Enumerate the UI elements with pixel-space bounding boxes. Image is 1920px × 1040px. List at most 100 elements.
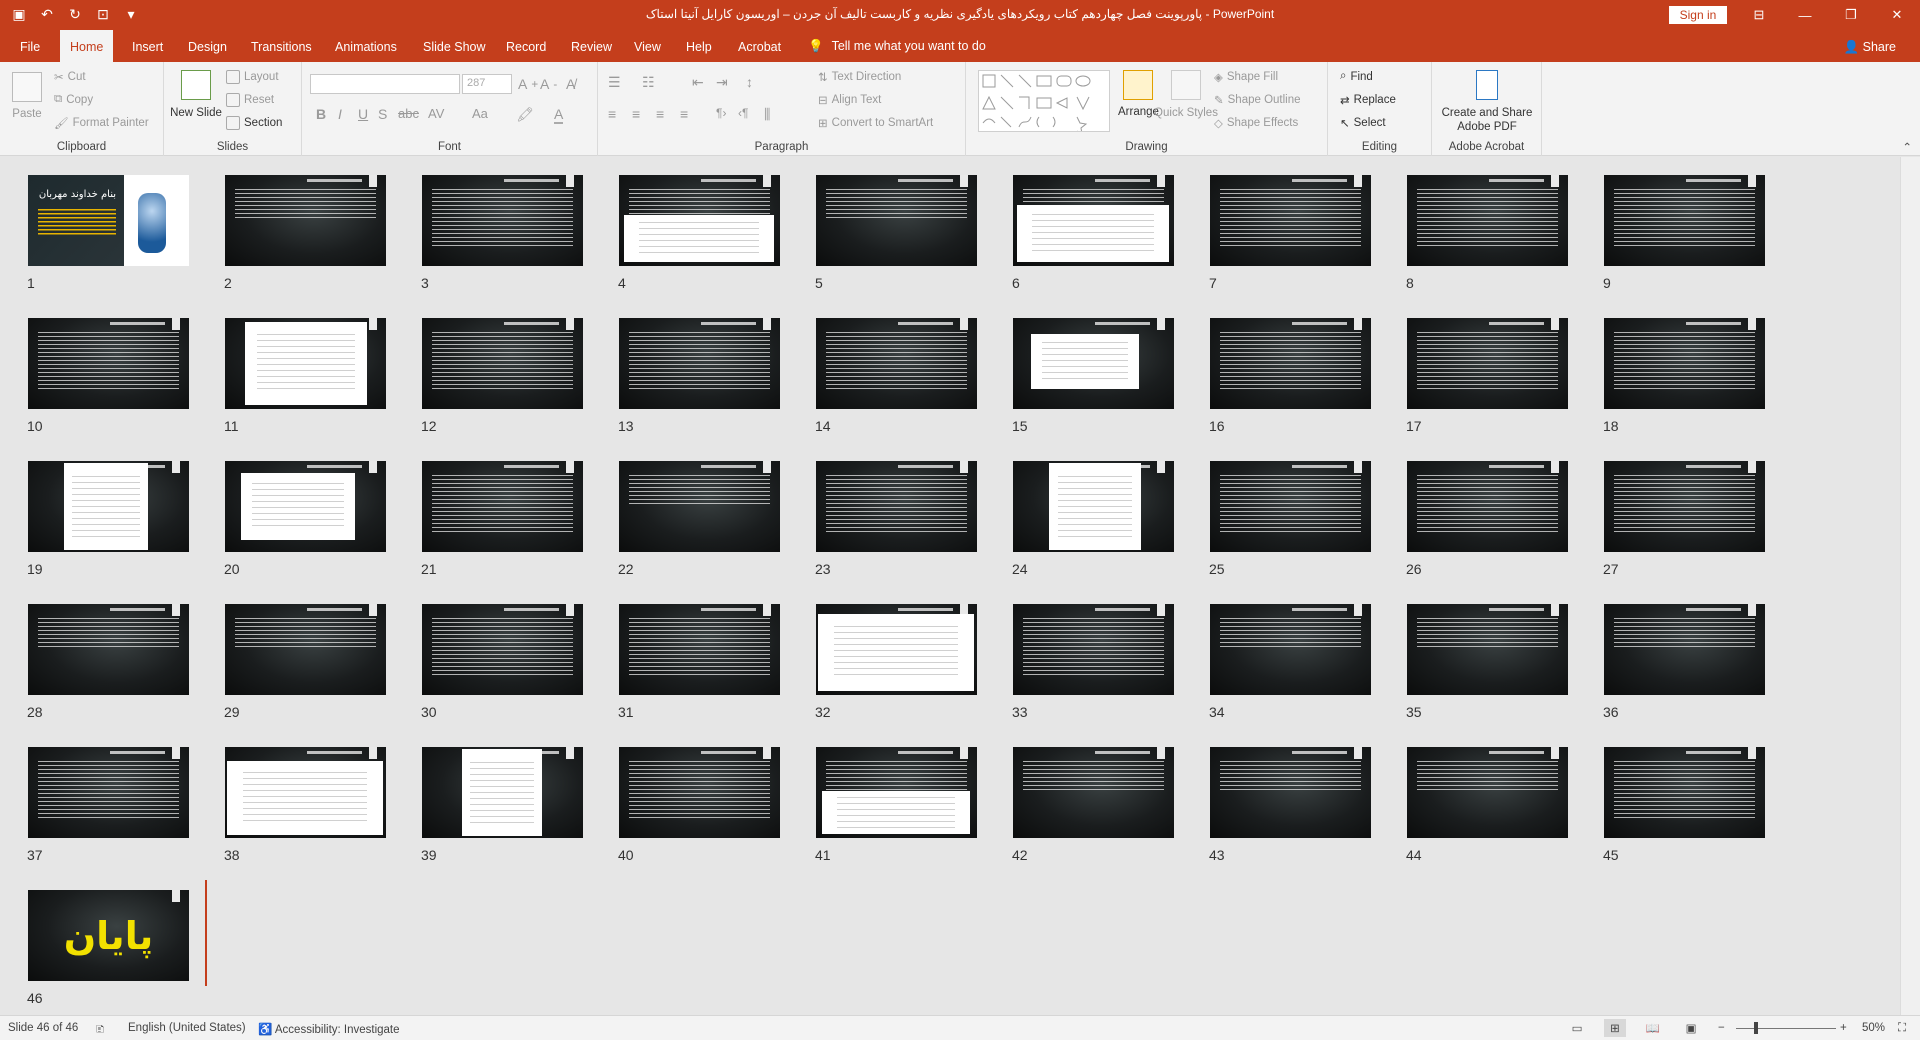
tab-record[interactable]: Record	[496, 30, 556, 62]
format-painter-button[interactable]: 🖌 Format Painter	[54, 116, 149, 130]
slide-thumbnail[interactable]	[422, 747, 583, 838]
slide-thumbnail[interactable]	[1407, 461, 1568, 552]
select-button[interactable]: ↖ Select	[1340, 116, 1386, 130]
minimize-icon[interactable]: —	[1782, 0, 1828, 30]
font-size-box[interactable]: 287	[462, 74, 512, 94]
sign-in-button[interactable]: Sign in	[1669, 6, 1727, 24]
slide-thumbnail[interactable]	[1407, 604, 1568, 695]
slide-thumbnail[interactable]	[1604, 318, 1765, 409]
underline-icon[interactable]: U	[358, 106, 368, 122]
slide-thumbnail[interactable]	[619, 747, 780, 838]
reading-view-icon[interactable]: 📖	[1642, 1019, 1664, 1037]
slide-thumbnail[interactable]	[1210, 461, 1371, 552]
layout-button[interactable]: Layout	[226, 70, 279, 84]
zoom-level[interactable]: 50%	[1862, 1022, 1885, 1034]
align-right-icon[interactable]: ≡	[656, 106, 664, 122]
slide-thumbnail[interactable]	[28, 747, 189, 838]
zoom-slider[interactable]	[1736, 1028, 1836, 1029]
ltr-icon[interactable]: ¶›	[716, 106, 726, 120]
slide-thumbnail[interactable]	[816, 175, 977, 266]
slide-thumbnail[interactable]	[422, 461, 583, 552]
slide-thumbnail[interactable]	[619, 175, 780, 266]
tab-slide-show[interactable]: Slide Show	[413, 30, 496, 62]
align-text-button[interactable]: ⊟ Align Text	[818, 93, 881, 107]
tab-animations[interactable]: Animations	[325, 30, 407, 62]
tab-acrobat[interactable]: Acrobat	[728, 30, 791, 62]
slide-thumbnail[interactable]	[816, 747, 977, 838]
bold-icon[interactable]: B	[316, 106, 326, 122]
slide-thumbnail[interactable]	[1013, 175, 1174, 266]
tab-file[interactable]: File	[10, 30, 50, 62]
slide-thumbnail[interactable]	[1013, 747, 1174, 838]
slide-thumbnail[interactable]	[1210, 747, 1371, 838]
cut-button[interactable]: ✂ Cut	[54, 70, 86, 84]
text-direction-button[interactable]: ⇅ Text Direction	[818, 70, 901, 84]
slide-thumbnail[interactable]	[1407, 175, 1568, 266]
ribbon-display-options-icon[interactable]: ⊟	[1736, 0, 1782, 30]
font-color-icon[interactable]: A	[554, 106, 564, 124]
copy-button[interactable]: ⧉ Copy	[54, 93, 93, 106]
slide-show-view-icon[interactable]: ▣	[1680, 1019, 1702, 1037]
line-spacing-icon[interactable]: ↕	[746, 74, 753, 90]
decrease-indent-icon[interactable]: ⇤	[692, 74, 704, 91]
tab-insert[interactable]: Insert	[122, 30, 173, 62]
notes-icon[interactable]: ▭	[1566, 1019, 1588, 1037]
slide-thumbnail[interactable]	[1210, 175, 1371, 266]
character-spacing-icon[interactable]: AV	[428, 106, 444, 121]
slide-thumbnail[interactable]	[225, 318, 386, 409]
reset-button[interactable]: Reset	[226, 93, 274, 107]
tab-transitions[interactable]: Transitions	[241, 30, 322, 62]
slide-thumbnail[interactable]	[816, 318, 977, 409]
zoom-slider-thumb[interactable]	[1754, 1022, 1758, 1034]
slide-thumbnail[interactable]	[1604, 175, 1765, 266]
clear-formatting-icon[interactable]: A̸	[566, 76, 575, 92]
tab-help[interactable]: Help	[676, 30, 722, 62]
paste-button[interactable]: Paste	[12, 72, 42, 120]
language-indicator[interactable]: English (United States)	[128, 1022, 246, 1034]
increase-font-icon[interactable]: A +	[518, 76, 538, 92]
change-case-icon[interactable]: Aa	[472, 106, 488, 121]
close-icon[interactable]: ✕	[1874, 0, 1920, 30]
italic-icon[interactable]: I	[338, 106, 342, 122]
fit-to-window-icon[interactable]: ⛶	[1898, 1022, 1906, 1035]
new-slide-button[interactable]: New Slide	[170, 70, 222, 120]
slide-thumbnail[interactable]	[1604, 461, 1765, 552]
maximize-icon[interactable]: ❐	[1828, 0, 1874, 30]
notes-check-icon[interactable]: 🗈	[96, 1022, 104, 1040]
tab-design[interactable]: Design	[178, 30, 237, 62]
slide-thumbnail[interactable]	[422, 318, 583, 409]
slide-thumbnail[interactable]	[1013, 604, 1174, 695]
convert-smartart-button[interactable]: ⊞ Convert to SmartArt	[818, 116, 933, 130]
slide-thumbnail[interactable]	[619, 318, 780, 409]
slide-thumbnail[interactable]	[1604, 604, 1765, 695]
slide-sorter-view-icon[interactable]: ⊞	[1604, 1019, 1626, 1037]
slide-thumbnail[interactable]	[422, 604, 583, 695]
tell-me-search[interactable]: 💡 Tell me what you want to do	[808, 30, 986, 62]
slide-thumbnail[interactable]	[1604, 747, 1765, 838]
slide-thumbnail[interactable]	[816, 604, 977, 695]
align-left-icon[interactable]: ≡	[608, 106, 616, 122]
rtl-icon[interactable]: ‹¶	[738, 106, 748, 120]
justify-icon[interactable]: ≡	[680, 106, 688, 122]
bullets-icon[interactable]: ☰	[608, 74, 621, 91]
shadow-icon[interactable]: S	[378, 106, 387, 122]
slide-thumbnail[interactable]	[619, 604, 780, 695]
tab-home[interactable]: Home	[60, 30, 114, 63]
slide-thumbnail[interactable]: بنام خداوند مهربان	[28, 175, 189, 266]
slide-thumbnail[interactable]	[619, 461, 780, 552]
slide-thumbnail[interactable]	[28, 461, 189, 552]
replace-button[interactable]: ⇄ Replace	[1340, 93, 1396, 107]
quick-styles-button[interactable]: Quick Styles	[1154, 70, 1218, 120]
section-button[interactable]: Section	[226, 116, 282, 130]
slide-thumbnail[interactable]	[422, 175, 583, 266]
shape-fill-button[interactable]: ◈ Shape Fill	[1214, 70, 1278, 84]
slide-thumbnail[interactable]	[225, 604, 386, 695]
slide-thumbnail[interactable]	[28, 604, 189, 695]
zoom-out-icon[interactable]: −	[1718, 1022, 1725, 1034]
slide-thumbnail[interactable]	[816, 461, 977, 552]
numbering-icon[interactable]: ☷	[642, 74, 655, 91]
accessibility-status[interactable]: ♿ Accessibility: Investigate	[258, 1022, 400, 1036]
slide-thumbnail[interactable]: پایان	[28, 890, 189, 981]
columns-icon[interactable]: ⫼	[764, 106, 770, 123]
decrease-font-icon[interactable]: A-	[540, 76, 557, 92]
